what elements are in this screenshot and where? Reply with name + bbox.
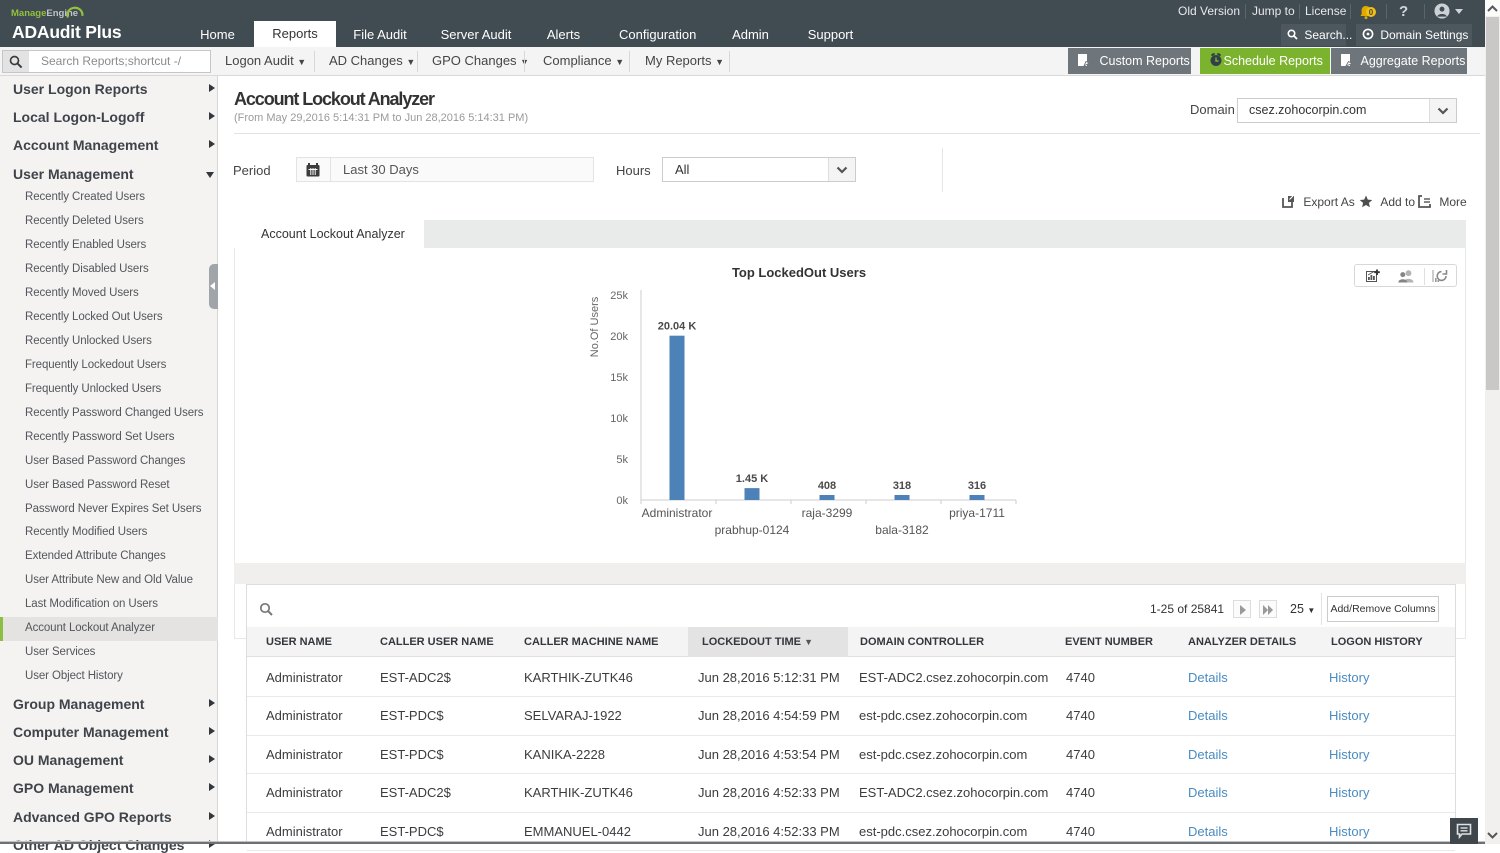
svg-text:0k: 0k [616,495,628,507]
svg-text:20.04 K: 20.04 K [658,321,697,333]
svg-text:1.45 K: 1.45 K [736,473,768,485]
svg-text:10k: 10k [610,413,628,425]
svg-text:318: 318 [893,480,911,492]
svg-text:Administrator: Administrator [642,506,713,520]
svg-text:25k: 25k [610,290,628,302]
svg-text:raja-3299: raja-3299 [802,506,853,520]
svg-text:15k: 15k [610,372,628,384]
svg-text:5k: 5k [616,454,628,466]
svg-text:408: 408 [818,480,836,492]
svg-text:316: 316 [968,480,986,492]
svg-text:20k: 20k [610,331,628,343]
svg-text:prabhup-0124: prabhup-0124 [715,523,790,537]
svg-text:No.Of Users: No.Of Users [589,296,601,357]
svg-text:priya-1711: priya-1711 [949,506,1005,520]
svg-text:bala-3182: bala-3182 [875,523,929,537]
svg-text:0: 0 [1369,8,1374,17]
svg-text:Top LockedOut Users: Top LockedOut Users [732,265,866,280]
